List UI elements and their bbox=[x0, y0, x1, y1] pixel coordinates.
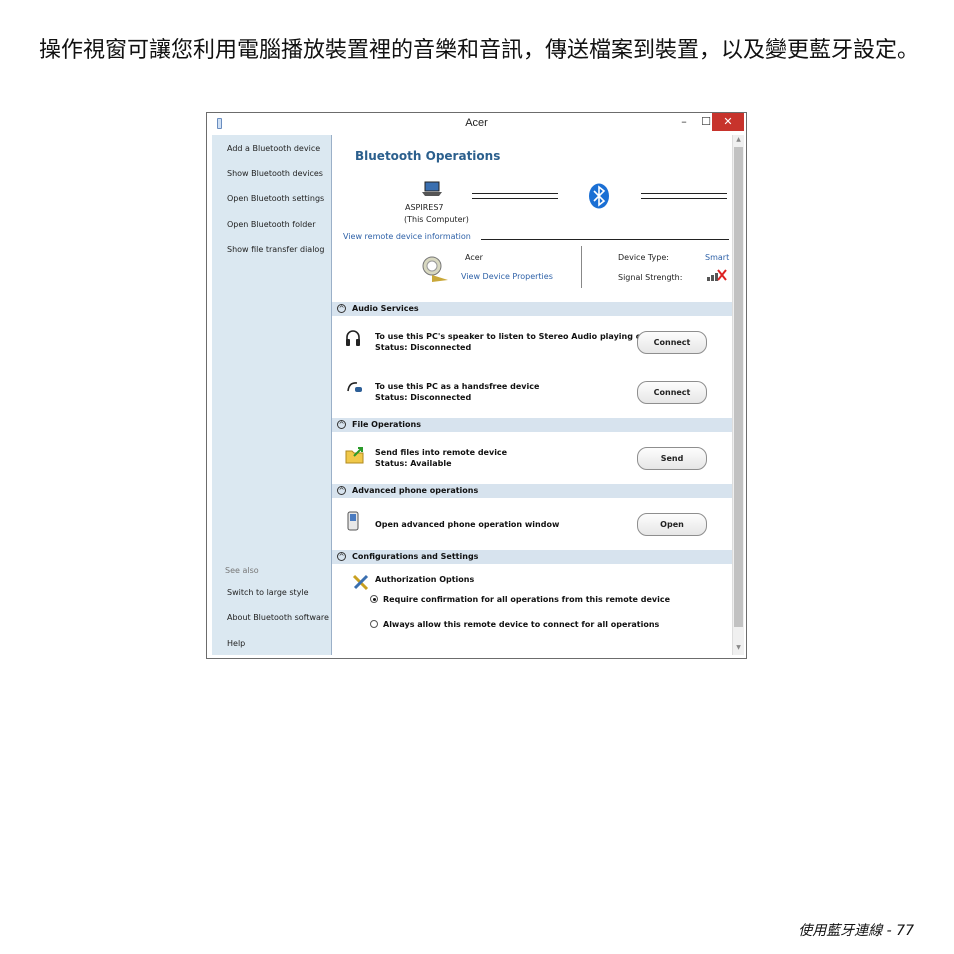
task-sidebar: Add a Bluetooth device Show Bluetooth de… bbox=[212, 135, 331, 655]
connection-line-left-top bbox=[472, 193, 558, 194]
close-button[interactable]: ✕ bbox=[712, 113, 744, 131]
collapse-file-toggle[interactable]: ^ bbox=[337, 420, 346, 429]
always-allow-label: Always allow this remote device to conne… bbox=[383, 620, 660, 629]
minimize-button[interactable]: – bbox=[674, 113, 694, 131]
stereo-audio-status: Status: Disconnected bbox=[375, 343, 472, 352]
signal-strength-label: Signal Strength: bbox=[618, 273, 683, 282]
section-file-operations: ^ File Operations bbox=[332, 418, 732, 432]
collapse-audio-toggle[interactable]: ^ bbox=[337, 304, 346, 313]
page-footer: 使用藍牙連線 - 77 bbox=[798, 923, 914, 939]
intro-paragraph: 操作視窗可讓您利用電腦播放裝置裡的音樂和音訊，傳送檔案到裝置，以及變更藍牙設定。 bbox=[39, 38, 920, 63]
collapse-config-toggle[interactable]: ^ bbox=[337, 552, 346, 561]
info-divider bbox=[481, 239, 729, 240]
phone-icon bbox=[347, 511, 359, 531]
computer-name: ASPIRES7 bbox=[405, 203, 444, 212]
section-configurations: ^ Configurations and Settings bbox=[332, 550, 732, 564]
see-also-heading: See also bbox=[225, 566, 259, 575]
remote-device-icon bbox=[422, 256, 448, 282]
scroll-down-arrow[interactable]: ▼ bbox=[734, 644, 743, 651]
handsfree-description: To use this PC as a handsfree device bbox=[375, 382, 540, 391]
sidebar-item-add-device[interactable]: Add a Bluetooth device bbox=[227, 144, 320, 153]
collapse-phone-toggle[interactable]: ^ bbox=[337, 486, 346, 495]
require-confirmation-label: Require confirmation for all operations … bbox=[383, 595, 671, 604]
sidebar-item-large-style[interactable]: Switch to large style bbox=[227, 588, 309, 597]
connection-line-right-top bbox=[641, 193, 727, 194]
authorization-options-label: Authorization Options bbox=[375, 575, 475, 584]
sidebar-item-show-devices[interactable]: Show Bluetooth devices bbox=[227, 169, 323, 178]
phone-window-description: Open advanced phone operation window bbox=[375, 520, 560, 529]
scroll-up-arrow[interactable]: ▲ bbox=[734, 136, 743, 143]
handsfree-connect-button[interactable]: Connect bbox=[637, 381, 707, 404]
bluetooth-operations-window: Acer – ☐ ✕ Add a Bluetooth device Show B… bbox=[206, 112, 747, 659]
send-button[interactable]: Send bbox=[637, 447, 707, 470]
device-type-label: Device Type: bbox=[618, 253, 669, 262]
page-title: Bluetooth Operations bbox=[355, 149, 501, 163]
sidebar-item-about[interactable]: About Bluetooth software bbox=[227, 613, 329, 622]
sidebar-item-open-folder[interactable]: Open Bluetooth folder bbox=[227, 220, 316, 229]
headphones-icon bbox=[346, 330, 360, 346]
section-advanced-phone: ^ Advanced phone operations bbox=[332, 484, 732, 498]
main-panel: Bluetooth Operations ASPIRES7 (This Comp… bbox=[331, 135, 732, 655]
bluetooth-icon bbox=[589, 183, 609, 209]
section-audio-services: ^ Audio Services bbox=[332, 302, 732, 316]
sidebar-item-help[interactable]: Help bbox=[227, 639, 245, 648]
send-folder-icon bbox=[345, 447, 364, 464]
remote-device-name: Acer bbox=[465, 253, 483, 262]
connection-line-left-bottom bbox=[472, 198, 558, 199]
remote-info-link[interactable]: View remote device information bbox=[343, 232, 471, 241]
section-title-config: Configurations and Settings bbox=[352, 552, 479, 561]
open-phone-window-button[interactable]: Open bbox=[637, 513, 707, 536]
section-title-file: File Operations bbox=[352, 420, 421, 429]
section-title-audio: Audio Services bbox=[352, 304, 419, 313]
device-type-value: Smart bbox=[705, 253, 730, 262]
vertical-scrollbar[interactable]: ▲ ▼ bbox=[732, 135, 744, 655]
stereo-audio-description: To use this PC's speaker to listen to St… bbox=[375, 332, 647, 341]
scrollbar-thumb[interactable] bbox=[734, 147, 743, 627]
handsfree-status: Status: Disconnected bbox=[375, 393, 472, 402]
sidebar-item-open-settings[interactable]: Open Bluetooth settings bbox=[227, 194, 324, 203]
connection-line-right-bottom bbox=[641, 198, 727, 199]
sidebar-item-file-transfer[interactable]: Show file transfer dialog bbox=[227, 245, 324, 254]
send-files-description: Send files into remote device bbox=[375, 448, 508, 457]
send-files-status: Status: Available bbox=[375, 459, 452, 468]
headset-icon bbox=[347, 382, 362, 392]
window-title: Acer bbox=[465, 117, 488, 129]
device-divider bbox=[581, 246, 582, 288]
authorization-icon bbox=[352, 574, 369, 591]
stereo-audio-connect-button[interactable]: Connect bbox=[637, 331, 707, 354]
computer-subtitle: (This Computer) bbox=[404, 215, 469, 224]
always-allow-radio[interactable] bbox=[370, 620, 378, 628]
section-title-phone: Advanced phone operations bbox=[352, 486, 479, 495]
title-bar: Acer – ☐ ✕ bbox=[207, 113, 746, 134]
device-properties-link[interactable]: View Device Properties bbox=[461, 272, 553, 281]
computer-icon bbox=[422, 181, 442, 196]
require-confirmation-radio[interactable] bbox=[370, 595, 378, 603]
signal-strength-icon bbox=[707, 269, 727, 281]
